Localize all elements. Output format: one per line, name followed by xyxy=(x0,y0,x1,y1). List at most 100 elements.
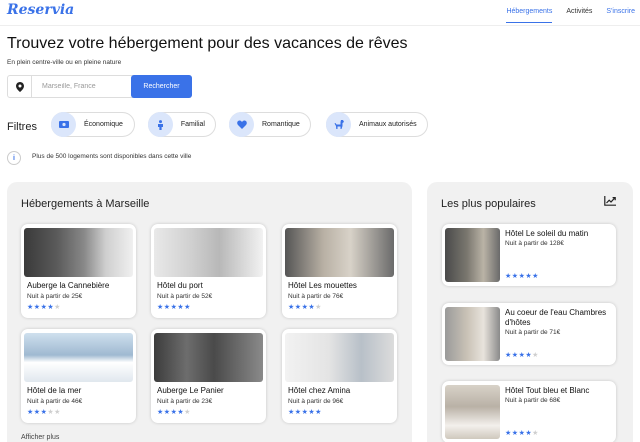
star-filled-icon: ★ xyxy=(511,352,519,359)
filter-animaux[interactable]: Animaux autorisés xyxy=(326,112,428,137)
star-filled-icon: ★ xyxy=(27,409,34,416)
nav-sinscrire[interactable]: S'inscrire xyxy=(606,8,635,23)
info-icon: i xyxy=(7,151,21,165)
accommodation-photo xyxy=(154,333,263,382)
money-icon xyxy=(51,112,76,137)
star-filled-icon: ★ xyxy=(157,304,164,311)
nav-hebergements[interactable]: Hébergements xyxy=(506,8,553,23)
accommodation-price: Nuit à partir de 25€ xyxy=(27,293,83,300)
star-filled-icon: ★ xyxy=(33,304,41,311)
filter-label: Animaux autorisés xyxy=(359,121,417,128)
accommodation-name: Auberge la Cannebière xyxy=(27,281,110,290)
accommodation-price: Nuit à partir de 52€ xyxy=(157,293,213,300)
popular-name: Au coeur de l'eau Chambres d'hôtes xyxy=(505,308,607,327)
popular-title: Les plus populaires xyxy=(441,198,536,210)
popular-photo xyxy=(445,228,500,282)
star-filled-icon: ★ xyxy=(505,352,512,359)
accommodation-card[interactable]: Auberge la Cannebière Nuit à partir de 2… xyxy=(21,224,136,318)
accommodation-name: Hôtel chez Amina xyxy=(288,386,351,395)
popular-card[interactable]: Hôtel Le soleil du matin Nuit à partir d… xyxy=(442,224,616,286)
search-bar: Rechercher xyxy=(7,75,192,98)
popular-price: Nuit à partir de 128€ xyxy=(505,240,564,247)
nav-activites[interactable]: Activités xyxy=(566,8,592,23)
star-filled-icon: ★ xyxy=(511,273,519,280)
star-filled-icon: ★ xyxy=(288,409,295,416)
popular-card[interactable]: Hôtel Tout bleu et Blanc Nuit à partir d… xyxy=(442,381,616,442)
accommodation-name: Hôtel du port xyxy=(157,281,203,290)
accommodation-card[interactable]: Auberge Le Panier Nuit à partir de 23€ ★… xyxy=(151,329,266,423)
rating-stars: ★★★★★ xyxy=(27,303,61,311)
accommodations-title: Hébergements à Marseille xyxy=(21,198,150,210)
trending-chart-icon xyxy=(604,196,616,206)
location-pin-icon xyxy=(8,76,32,97)
rating-stars: ★★★★★ xyxy=(288,408,322,416)
logo[interactable]: Reservia xyxy=(7,2,74,18)
filter-label: Familial xyxy=(180,121,205,128)
accommodation-photo xyxy=(154,228,263,277)
search-input[interactable] xyxy=(42,80,130,93)
star-filled-icon: ★ xyxy=(315,409,322,416)
star-filled-icon: ★ xyxy=(163,304,171,311)
accommodation-price: Nuit à partir de 46€ xyxy=(27,398,83,405)
star-empty-icon: ★ xyxy=(184,409,191,416)
popular-card[interactable]: Au coeur de l'eau Chambres d'hôtes Nuit … xyxy=(442,303,616,365)
popular-photo xyxy=(445,385,500,439)
main-nav: Hébergements Activités S'inscrire xyxy=(506,8,635,23)
rating-stars: ★★★★★ xyxy=(157,408,191,416)
accommodation-card[interactable]: Hôtel du port Nuit à partir de 52€ ★★★★★ xyxy=(151,224,266,318)
accommodation-card[interactable]: Hôtel de la mer Nuit à partir de 46€ ★★★… xyxy=(21,329,136,423)
family-icon xyxy=(148,112,173,137)
accommodation-card[interactable]: Hôtel chez Amina Nuit à partir de 96€ ★★… xyxy=(282,329,397,423)
filter-label: Économique xyxy=(84,121,123,128)
popular-name: Hôtel Tout bleu et Blanc xyxy=(505,386,590,395)
accommodation-price: Nuit à partir de 96€ xyxy=(288,398,344,405)
star-filled-icon: ★ xyxy=(532,273,539,280)
star-filled-icon: ★ xyxy=(184,304,191,311)
star-filled-icon: ★ xyxy=(294,409,302,416)
filter-familial[interactable]: Familial xyxy=(148,112,216,137)
rating-stars: ★★★★★ xyxy=(157,303,191,311)
popular-price: Nuit à partir de 71€ xyxy=(505,329,561,336)
accommodation-name: Auberge Le Panier xyxy=(157,386,224,395)
top-header: Reservia Hébergements Activités S'inscri… xyxy=(0,0,640,26)
star-filled-icon: ★ xyxy=(157,409,164,416)
page-title: Trouvez votre hébergement pour des vacan… xyxy=(7,35,408,52)
filter-romantique[interactable]: Romantique xyxy=(229,112,311,137)
filter-economique[interactable]: Économique xyxy=(51,112,135,137)
star-empty-icon: ★ xyxy=(532,352,539,359)
star-filled-icon: ★ xyxy=(288,304,295,311)
rating-stars: ★★★★★ xyxy=(505,429,539,437)
rating-stars: ★★★★★ xyxy=(288,303,322,311)
star-filled-icon: ★ xyxy=(163,409,171,416)
accommodation-price: Nuit à partir de 76€ xyxy=(288,293,344,300)
star-filled-icon: ★ xyxy=(33,409,41,416)
search-button[interactable]: Rechercher xyxy=(131,75,192,98)
show-more-link[interactable]: Afficher plus xyxy=(21,434,59,441)
star-empty-icon: ★ xyxy=(532,430,539,437)
star-filled-icon: ★ xyxy=(27,304,34,311)
star-filled-icon: ★ xyxy=(294,304,302,311)
star-empty-icon: ★ xyxy=(54,304,61,311)
rating-stars: ★★★★★ xyxy=(505,272,539,280)
popular-name: Hôtel Le soleil du matin xyxy=(505,229,589,238)
accommodation-name: Hôtel de la mer xyxy=(27,386,82,395)
filter-label: Romantique xyxy=(262,121,300,128)
star-filled-icon: ★ xyxy=(505,273,512,280)
info-banner: i Plus de 500 logements sont disponibles… xyxy=(7,151,191,165)
rating-stars: ★★★★★ xyxy=(27,408,61,416)
accommodation-name: Hôtel Les mouettes xyxy=(288,281,357,290)
accommodation-photo xyxy=(285,333,394,382)
dog-icon xyxy=(326,112,351,137)
accommodation-photo xyxy=(24,333,133,382)
accommodation-price: Nuit à partir de 23€ xyxy=(157,398,213,405)
popular-photo xyxy=(445,307,500,361)
accommodation-card[interactable]: Hôtel Les mouettes Nuit à partir de 76€ … xyxy=(282,224,397,318)
accommodation-photo xyxy=(24,228,133,277)
accommodation-photo xyxy=(285,228,394,277)
rating-stars: ★★★★★ xyxy=(505,351,539,359)
popular-price: Nuit à partir de 68€ xyxy=(505,397,561,404)
info-text: Plus de 500 logements sont disponibles d… xyxy=(32,152,192,160)
page-subtitle: En plein centre-ville ou en pleine natur… xyxy=(7,59,122,66)
filters-label: Filtres xyxy=(7,121,37,133)
star-empty-icon: ★ xyxy=(315,304,322,311)
